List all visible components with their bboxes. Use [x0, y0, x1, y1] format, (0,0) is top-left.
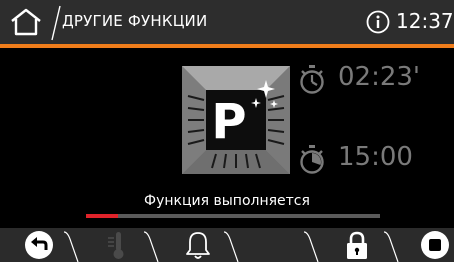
header-bar: ДРУГИЕ ФУНКЦИИ 12:37 [0, 0, 454, 44]
clock: 12:37 [396, 9, 454, 33]
back-button[interactable] [16, 228, 60, 262]
pyrolysis-cleaning-icon: P [182, 66, 290, 174]
back-icon [25, 231, 53, 259]
temperature-button[interactable] [96, 228, 140, 262]
footer-separator [143, 231, 159, 262]
end-time-icon [300, 145, 324, 174]
lock-button[interactable] [336, 228, 380, 262]
footer-separator [63, 231, 79, 262]
info-icon [366, 10, 390, 34]
footer-bar [0, 228, 454, 262]
stop-button[interactable] [414, 228, 454, 262]
bell-icon [186, 232, 210, 259]
progress-bar-fill [86, 214, 119, 218]
progress-bar [86, 214, 380, 218]
header-accent-line [0, 44, 454, 48]
footer-separator [383, 231, 399, 262]
status-message: Функция выполняется [144, 193, 310, 209]
program-letter: P [211, 94, 246, 150]
stop-icon [421, 231, 449, 259]
footer-separator [223, 231, 239, 262]
end-time-value: 15:00 [338, 142, 413, 172]
thermometer-icon [108, 232, 124, 259]
home-icon [11, 8, 41, 36]
stopwatch-icon [300, 65, 324, 94]
info-button[interactable] [366, 10, 390, 34]
footer-separator [303, 231, 319, 262]
program-tile: P [182, 66, 290, 174]
alarm-button[interactable] [176, 228, 220, 262]
home-button[interactable] [2, 0, 52, 44]
lock-icon [347, 231, 367, 259]
page-title: ДРУГИЕ ФУНКЦИИ [62, 12, 208, 30]
duration-value: 02:23' [338, 62, 421, 92]
